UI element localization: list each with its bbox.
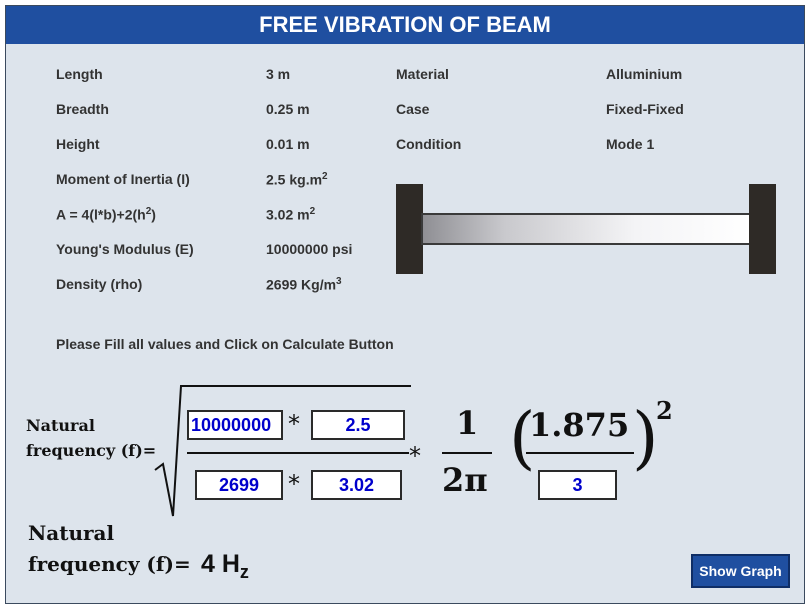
formula-label: Natural frequency (f)= [26, 416, 157, 460]
condition-label: Condition [396, 136, 462, 152]
right-fixed-support [749, 184, 776, 274]
youngs-modulus-label: Young's Modulus (E) [56, 241, 194, 257]
fraction-bar [187, 452, 409, 454]
show-graph-button[interactable]: Show Graph [691, 554, 790, 588]
fraction-bar [526, 452, 634, 454]
multiply-sign: * [288, 410, 300, 438]
area-input[interactable] [311, 470, 402, 500]
mode-constant: 1.875 [529, 406, 630, 444]
square-root-icon [154, 385, 411, 517]
length-value: 3 m [266, 66, 291, 82]
height-value: 0.01 m [266, 136, 310, 152]
result-label: Natural frequency (f)= [28, 521, 191, 576]
youngs-modulus-input[interactable] [187, 410, 283, 440]
material-label: Material [396, 66, 449, 82]
area-value: 3.02 m2 [266, 206, 316, 223]
breadth-label: Breadth [56, 101, 109, 117]
moment-of-inertia-value: 2.5 kg.m2 [266, 171, 328, 188]
two-pi: 2π [442, 461, 488, 499]
breadth-value: 0.25 m [266, 101, 310, 117]
result-value: 4 Hz [201, 550, 249, 582]
multiply-sign: * [288, 470, 300, 498]
material-value: Alluminium [606, 66, 683, 82]
page-title: FREE VIBRATION OF BEAM [6, 6, 804, 44]
exponent: 2 [656, 396, 673, 425]
moment-of-inertia-label: Moment of Inertia (I) [56, 171, 190, 187]
density-input[interactable] [195, 470, 283, 500]
app-frame: FREE VIBRATION OF BEAM Length Breadth He… [5, 5, 805, 604]
numerator-one: 1 [456, 404, 479, 442]
density-label: Density (rho) [56, 276, 143, 292]
condition-value: Mode 1 [606, 136, 655, 152]
length-label: Length [56, 66, 103, 82]
multiply-sign: * [409, 442, 421, 470]
length-input[interactable] [538, 470, 617, 500]
close-parenthesis: ) [632, 399, 659, 478]
case-value: Fixed-Fixed [606, 101, 684, 117]
fraction-bar [442, 452, 492, 454]
left-fixed-support [396, 184, 423, 274]
moment-of-inertia-input[interactable] [311, 410, 405, 440]
area-formula-label: A = 4(l*b)+2(h2) [56, 206, 156, 223]
case-label: Case [396, 101, 430, 117]
density-value: 2699 Kg/m3 [266, 276, 342, 293]
youngs-modulus-value: 10000000 psi [266, 241, 353, 257]
beam-rod [421, 213, 752, 245]
instruction-text: Please Fill all values and Click on Calc… [56, 336, 394, 352]
height-label: Height [56, 136, 100, 152]
